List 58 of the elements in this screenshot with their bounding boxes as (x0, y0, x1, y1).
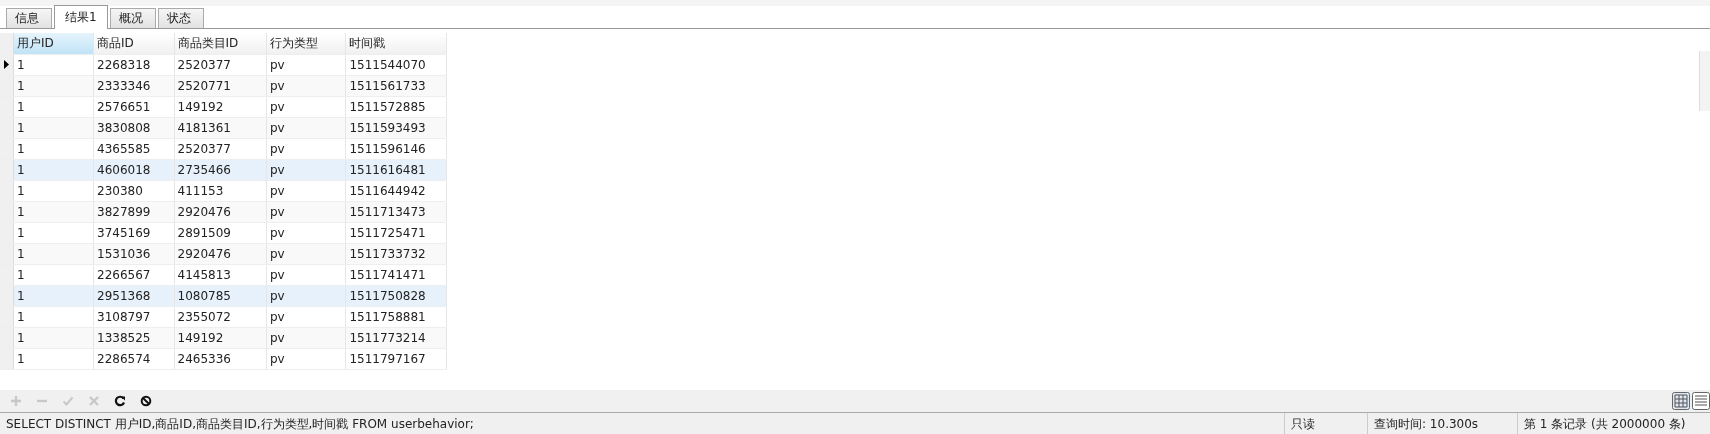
sql-query: SELECT DISTINCT 用户ID,商品ID,商品类目ID,行为类型,时间戳 FROM userbehavior; (0, 413, 1285, 434)
grid-view-icon[interactable] (1672, 392, 1690, 410)
table-cell: 1 (13, 138, 94, 159)
table-cell: 1 (13, 264, 94, 285)
table-cell: 4365585 (93, 138, 175, 159)
table-cell: 2891509 (174, 222, 267, 243)
tab[interactable]: 概况 (109, 8, 156, 28)
table-cell: 230380 (93, 180, 175, 201)
table-cell: 1 (13, 222, 94, 243)
table-cell: 2520377 (174, 54, 267, 75)
table-cell: 1 (13, 306, 94, 327)
table-cell: 1511741471 (345, 264, 447, 285)
table-cell: 149192 (174, 96, 267, 117)
column-header[interactable]: 行为类型 (266, 33, 346, 54)
tab[interactable]: 结果1 (54, 5, 108, 29)
table-cell: 2520377 (174, 138, 267, 159)
table-cell: 2266567 (93, 264, 175, 285)
query-time: 查询时间: 10.300s (1368, 413, 1518, 434)
table-cell: pv (266, 180, 346, 201)
record-count: 第 1 条记录 (共 2000000 条) (1523, 416, 1687, 433)
refresh-icon[interactable] (114, 395, 126, 407)
table-cell: pv (266, 222, 346, 243)
table-cell: 1 (13, 180, 94, 201)
column-header[interactable]: 商品ID (93, 33, 175, 54)
table-cell: pv (266, 348, 346, 369)
table-cell: 2286574 (93, 348, 175, 369)
table-cell: 2268318 (93, 54, 175, 75)
tab[interactable]: 状态 (157, 8, 204, 28)
table-cell: 2465336 (174, 348, 267, 369)
table-cell: 3745169 (93, 222, 175, 243)
table-cell: 1 (13, 348, 94, 369)
tab[interactable]: 信息 (6, 8, 52, 28)
table-cell: 411153 (174, 180, 267, 201)
table-cell: 3108797 (93, 306, 175, 327)
table-cell: 4145813 (174, 264, 267, 285)
column-header[interactable]: 时间戳 (345, 33, 447, 54)
table-cell: 1511725471 (345, 222, 447, 243)
table-cell: 1 (13, 96, 94, 117)
table-cell: pv (266, 96, 346, 117)
column-header[interactable]: 商品类目ID (174, 33, 267, 54)
table-cell: 1511758881 (345, 306, 447, 327)
table-cell: 1511544070 (345, 54, 447, 75)
table-cell: pv (266, 306, 346, 327)
form-view-icon[interactable] (1692, 392, 1710, 410)
table-cell: 1 (13, 54, 94, 75)
scrollbar[interactable] (1699, 51, 1710, 111)
stop-icon[interactable] (140, 395, 152, 407)
table-cell: 2576651 (93, 96, 175, 117)
table-cell: 1511596146 (345, 138, 447, 159)
read-only-label: 只读 (1285, 413, 1368, 434)
table-cell: pv (266, 138, 346, 159)
table-cell: pv (266, 264, 346, 285)
table-cell: pv (266, 54, 346, 75)
table-cell: 1511797167 (345, 348, 447, 369)
table-cell: 1511644942 (345, 180, 447, 201)
table-cell: 1511572885 (345, 96, 447, 117)
column-header[interactable]: 用户ID (13, 33, 94, 54)
table-cell: 2355072 (174, 306, 267, 327)
